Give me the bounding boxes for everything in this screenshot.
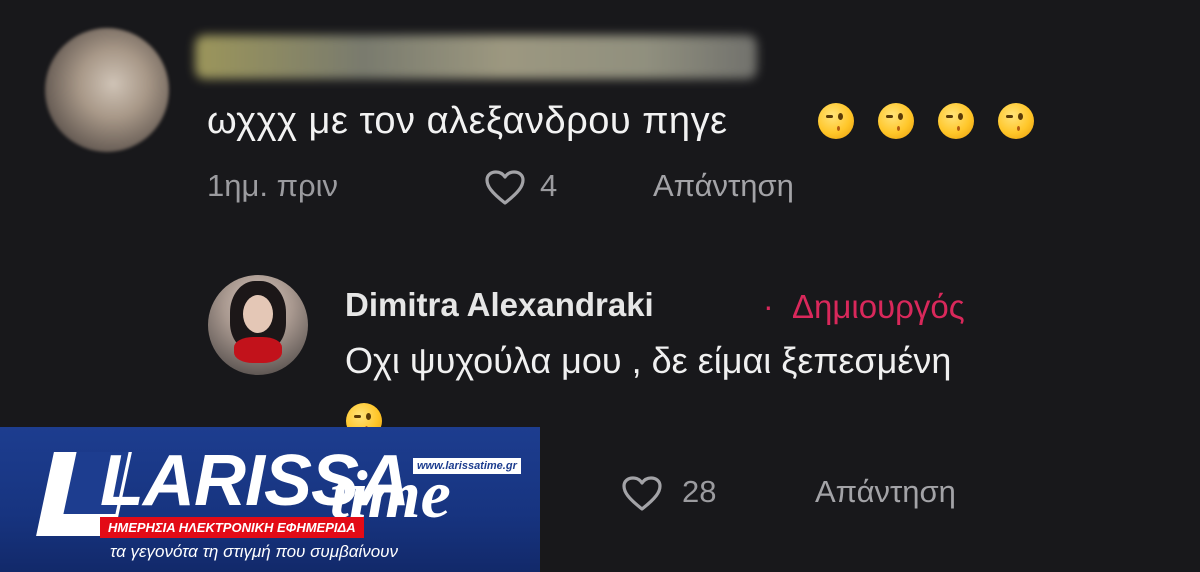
reply-button[interactable]: Απάντηση xyxy=(653,168,794,204)
emoji-row xyxy=(878,103,914,144)
reply-text: Οχι ψυχούλα μου , δε είμαι ξεπεσμένη xyxy=(345,340,952,381)
logo-url: www.larissatime.gr xyxy=(413,458,521,474)
name-separator: · xyxy=(763,288,774,324)
creator-name[interactable]: Dimitra Alexandraki xyxy=(345,286,654,324)
like-heart-icon[interactable] xyxy=(485,170,525,206)
reply-like-count: 28 xyxy=(682,474,717,509)
commenter-name-blurred[interactable] xyxy=(195,35,757,79)
commenter-avatar-blurred[interactable] xyxy=(45,28,169,152)
comments-screenshot: ωχχχ με τον αλεξανδρου πηγε 1ημ. πριν 4 … xyxy=(0,0,1200,572)
comment-timestamp: 1ημ. πριν xyxy=(207,168,338,203)
smirking-face-icon xyxy=(998,103,1034,139)
emoji-row xyxy=(938,103,974,144)
creator-avatar[interactable] xyxy=(208,275,308,375)
logo-tagline: ΗΜΕΡΗΣΙΑ ΗΛΕΚΤΡΟΝΙΚΗ ΕΦΗΜΕΡΙΔΑ xyxy=(100,517,364,538)
comment-text: ωχχχ με τον αλεξανδρου πηγε xyxy=(207,100,728,142)
avatar-boxing-gloves xyxy=(234,337,282,363)
like-count: 4 xyxy=(540,168,558,203)
emoji-row xyxy=(818,103,854,144)
reply-button[interactable]: Απάντηση xyxy=(815,474,956,510)
like-heart-icon[interactable] xyxy=(622,476,662,512)
creator-badge: Δημιουργός xyxy=(792,288,965,325)
emoji-row xyxy=(998,103,1034,144)
banner-slogan: τα γεγονότα τη στιγμή που συμβαίνουν xyxy=(110,542,399,561)
avatar-face xyxy=(243,295,273,333)
winking-face-icon xyxy=(818,103,854,139)
winking-face-icon xyxy=(878,103,914,139)
winking-face-icon xyxy=(938,103,974,139)
